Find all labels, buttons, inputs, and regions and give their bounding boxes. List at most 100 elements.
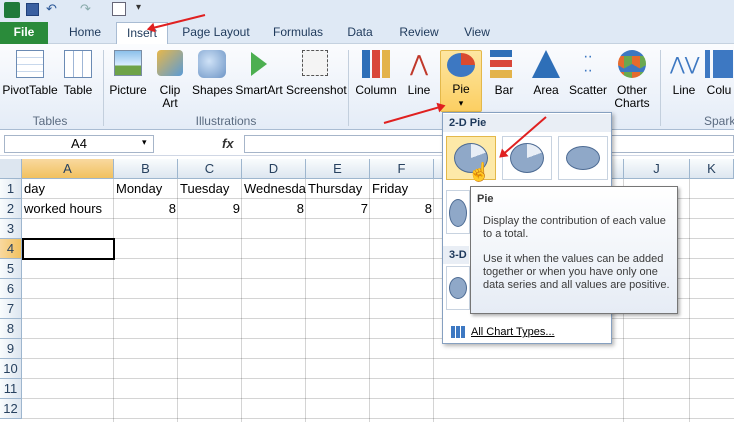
separator (103, 50, 104, 126)
cell-c2[interactable]: 9 (178, 199, 242, 219)
pivottable-icon (16, 50, 44, 78)
cell-a2[interactable]: worked hours (22, 199, 114, 219)
line-chart-icon: ⋀ (409, 51, 429, 76)
pivottable-button[interactable]: PivotTable (2, 50, 58, 97)
cell-a1[interactable]: day (22, 179, 114, 199)
column-header[interactable]: J (624, 159, 690, 179)
row-header[interactable]: 11 (0, 379, 22, 399)
line-chart-button[interactable]: ⋀ Line (400, 50, 438, 97)
pie-3d-option[interactable] (446, 266, 470, 310)
sparkline-line-icon: ⋀⋁ (670, 54, 700, 74)
scatter-chart-icon: ∙∙ ∙∙ (583, 48, 593, 79)
tooltip-title: Pie (477, 193, 494, 205)
column-header[interactable]: K (690, 159, 734, 179)
print-preview-icon[interactable] (112, 2, 126, 16)
cell-f1[interactable]: Friday (370, 179, 434, 199)
table-icon (64, 50, 92, 78)
pie-of-pie-option[interactable] (446, 190, 470, 234)
pie-dropdown-icon: ▾ (458, 98, 464, 108)
tab-home[interactable]: Home (60, 22, 110, 44)
customize-qat-icon[interactable]: ▾ (136, 2, 141, 13)
other-charts-button[interactable]: Other Charts (610, 50, 654, 110)
section-2d-pie: 2-D Pie (443, 114, 611, 132)
cell-d2[interactable]: 8 (242, 199, 306, 219)
cell-e2[interactable]: 7 (306, 199, 370, 219)
namebox-dropdown-icon[interactable]: ▾ (142, 137, 147, 148)
column-header[interactable]: D (242, 159, 306, 179)
excel-icon[interactable] (4, 2, 20, 18)
picture-icon (114, 50, 142, 76)
tooltip-usage: Use it when the values can be added toge… (483, 253, 670, 291)
bar-chart-icon (490, 50, 518, 78)
picture-button[interactable]: Picture (108, 50, 148, 97)
clip-art-icon (157, 50, 183, 76)
bar-of-pie-option[interactable] (558, 136, 608, 180)
screenshot-button[interactable]: Screenshot (286, 50, 347, 97)
column-header[interactable]: A (22, 159, 114, 179)
tab-view[interactable]: View (456, 22, 498, 44)
cell-f2[interactable]: 8 (370, 199, 434, 219)
cell-b2[interactable]: 8 (114, 199, 178, 219)
row-header[interactable]: 10 (0, 359, 22, 379)
mouse-cursor-icon: ☝ (468, 162, 491, 182)
row-header[interactable]: 4 (0, 239, 22, 259)
group-illustrations: Illustrations (195, 114, 257, 128)
scatter-chart-button[interactable]: ∙∙ ∙∙ Scatter (568, 48, 608, 97)
column-header[interactable]: F (370, 159, 434, 179)
tab-page-layout[interactable]: Page Layout (176, 22, 256, 44)
sparkline-line-button[interactable]: ⋀⋁ Line (664, 50, 704, 97)
cell-d1[interactable]: Wednesda (242, 179, 306, 199)
smartart-button[interactable]: SmartArt (234, 50, 284, 97)
row-header[interactable]: 5 (0, 259, 22, 279)
row-header[interactable]: 12 (0, 399, 22, 419)
row-header[interactable]: 6 (0, 279, 22, 299)
column-chart-button[interactable]: Column (354, 50, 398, 97)
pie-exploded-2d-option[interactable] (502, 136, 552, 180)
tab-formulas[interactable]: Formulas (266, 22, 330, 44)
area-chart-button[interactable]: Area (526, 50, 566, 97)
separator (348, 50, 349, 126)
row-header[interactable]: 7 (0, 299, 22, 319)
bar-of-pie-icon (566, 146, 600, 170)
column-header[interactable]: B (114, 159, 178, 179)
tab-data[interactable]: Data (340, 22, 380, 44)
cell-b1[interactable]: Monday (114, 179, 178, 199)
pie-chart-button[interactable]: Pie ▾ (440, 50, 482, 112)
tab-review[interactable]: Review (392, 22, 446, 44)
row-header[interactable]: 9 (0, 339, 22, 359)
cell-c1[interactable]: Tuesday (178, 179, 242, 199)
pie-chart-icon (447, 53, 475, 77)
all-chart-types-icon (451, 325, 465, 338)
save-icon[interactable] (26, 3, 39, 16)
column-header[interactable]: C (178, 159, 242, 179)
select-all-corner[interactable] (0, 159, 22, 179)
name-box[interactable]: A4 (4, 135, 154, 153)
sparkline-column-button[interactable]: Colu (704, 50, 734, 97)
shapes-icon (198, 50, 226, 78)
column-header[interactable]: E (306, 159, 370, 179)
active-cell-a4[interactable] (22, 238, 115, 260)
tab-file[interactable]: File (0, 22, 48, 44)
quick-access-toolbar: ↶ ↷ ▾ (0, 0, 734, 20)
row-header[interactable]: 8 (0, 319, 22, 339)
shapes-button[interactable]: Shapes (192, 50, 233, 97)
fx-icon[interactable]: fx (222, 136, 234, 151)
column-chart-icon (362, 50, 390, 78)
cell-e1[interactable]: Thursday (306, 179, 370, 199)
area-chart-icon (532, 50, 560, 78)
clip-art-button[interactable]: Clip Art (152, 50, 188, 110)
redo-icon[interactable]: ↷ (80, 1, 91, 17)
screenshot-icon (302, 50, 328, 76)
tooltip-description: Display the contribution of each value t… (483, 215, 666, 240)
table-button[interactable]: Table (60, 50, 96, 97)
pie-of-pie-icon (449, 199, 467, 227)
group-sparklines: Spark (704, 114, 734, 128)
section-3d-pie: 3-D (443, 246, 469, 264)
undo-icon[interactable]: ↶ (46, 1, 57, 17)
row-header[interactable]: 3 (0, 219, 22, 239)
row-header[interactable]: 2 (0, 199, 22, 219)
row-header[interactable]: 1 (0, 179, 22, 199)
sparkline-column-icon (705, 50, 733, 78)
bar-chart-button[interactable]: Bar (486, 50, 522, 97)
all-chart-types-item[interactable]: All Chart Types... (443, 320, 611, 342)
